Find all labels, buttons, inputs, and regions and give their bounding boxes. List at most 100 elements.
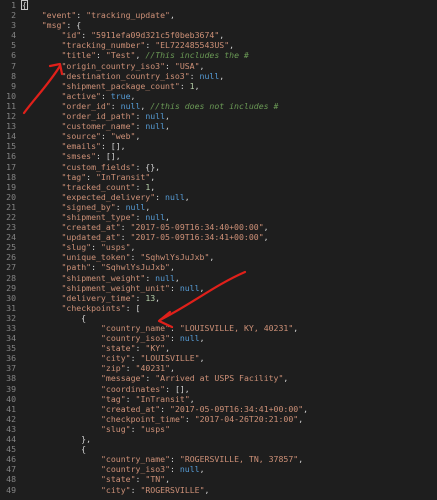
code-line[interactable]: 43 "slug": "usps" <box>6 423 437 434</box>
code-line[interactable]: 4 "id": "5911efa09d321c5f0beb3674", <box>11 30 437 40</box>
code-line[interactable]: 31 "checkpoints": [ <box>6 302 437 313</box>
line-text: "customer_name": null, <box>61 121 170 132</box>
code-line[interactable]: 49 "city": "ROGERSVILLE", <box>6 484 437 495</box>
line-number: 5 <box>11 40 16 51</box>
line-number: 32 <box>6 312 16 323</box>
code-line[interactable]: 8 "destination_country_iso3": null, <box>11 70 437 81</box>
code-line[interactable]: 35 "state": "KY", <box>6 343 437 354</box>
bracket-match-cursor: { <box>21 0 28 10</box>
line-number: 37 <box>6 363 16 374</box>
code-editor[interactable]: 1{2 "event": "tracking_update", 3 "msg": … <box>0 0 437 500</box>
code-line[interactable]: 46 "country_name": "ROGERSVILLE, TN, 378… <box>6 454 437 465</box>
line-number: 17 <box>6 161 16 172</box>
line-text: "slug": "usps" <box>101 423 171 434</box>
line-text: "tracked_count": 1, <box>61 181 156 192</box>
code-line[interactable]: 24 "updated_at": "2017-05-09T16:34:41+00… <box>6 232 437 242</box>
line-number: 3 <box>11 20 16 31</box>
line-number: 42 <box>6 413 16 424</box>
code-line[interactable]: 47 "country_iso3": null, <box>6 464 437 474</box>
code-line[interactable]: 34 "country_iso3": null, <box>6 333 437 344</box>
line-number: 11 <box>6 100 16 111</box>
line-text: "custom_fields": {}, <box>61 161 161 172</box>
code-line[interactable]: 2 "event": "tracking_update", <box>11 10 437 20</box>
code-line[interactable]: 1{ <box>11 0 437 10</box>
line-number: 33 <box>6 323 16 333</box>
line-number: 38 <box>6 373 16 384</box>
line-number: 34 <box>6 333 16 344</box>
line-text: "smses": [], <box>61 151 121 162</box>
line-number: 46 <box>6 454 16 465</box>
line-number: 30 <box>6 292 16 303</box>
code-line[interactable]: 36 "city": "LOUISVILLE", <box>6 353 437 363</box>
line-text: "zip": "40231", <box>101 363 175 374</box>
line-text: "delivery_time": 13, <box>61 292 161 303</box>
code-line[interactable]: 16 "smses": [], <box>6 151 437 162</box>
code-line[interactable]: 44 }, <box>6 434 437 445</box>
line-text: "tracking_number": "EL722485543US", <box>61 40 235 51</box>
code-line[interactable]: 14 "source": "web", <box>6 131 437 141</box>
code-line[interactable]: 19 "tracked_count": 1, <box>6 181 437 192</box>
code-line[interactable]: 26 "unique_token": "SqhwlYsJuJxb", <box>6 252 437 263</box>
code-area[interactable]: 1{2 "event": "tracking_update", 3 "msg": … <box>6 0 437 500</box>
code-line[interactable]: 39 "coordinates": [], <box>6 383 437 394</box>
code-line[interactable]: 30 "delivery_time": 13, <box>6 292 437 303</box>
line-text: { <box>22 444 87 455</box>
code-line[interactable]: 7 "origin_country_iso3": "USA", <box>11 60 437 71</box>
code-line[interactable]: 13 "customer_name": null, <box>6 121 437 132</box>
code-line[interactable]: 38 "message": "Arrived at USPS Facility"… <box>6 373 437 383</box>
code-line[interactable]: 42 "checkpoint_time": "2017-04-26T20:21:… <box>6 414 437 424</box>
code-line[interactable]: 22 "shipment_type": null, <box>6 212 437 222</box>
code-line[interactable]: 40 "tag": "InTransit", <box>6 393 437 404</box>
line-text: "state": "TN", <box>101 474 171 485</box>
line-text: "expected_delivery": null, <box>61 191 190 202</box>
code-line[interactable]: 28 "shipment_weight": null, <box>6 272 437 283</box>
code-line[interactable]: 9 "shipment_package_count": 1, <box>11 81 437 91</box>
line-number: 8 <box>11 70 16 81</box>
code-line[interactable]: 41 "created_at": "2017-05-09T16:34:41+00… <box>6 404 437 414</box>
line-text: "country_iso3": null, <box>101 333 205 344</box>
line-text: "tag": "InTransit", <box>101 393 195 404</box>
line-number: 14 <box>6 131 16 142</box>
code-line[interactable]: 48 "state": "TN", <box>6 474 437 485</box>
line-text: "destination_country_iso3": null, <box>61 70 225 81</box>
line-text: "signed_by": null, <box>61 201 151 212</box>
line-number: 20 <box>6 191 16 202</box>
line-number: 27 <box>6 262 16 273</box>
line-text: "checkpoints": [ <box>61 302 141 313</box>
line-number: 18 <box>6 171 16 182</box>
code-line[interactable]: 18 "tag": "InTransit", <box>6 171 437 182</box>
code-line[interactable]: 3 "msg": { <box>11 20 437 30</box>
code-line[interactable]: 29 "shipment_weight_unit": null, <box>6 283 437 293</box>
line-text: "origin_country_iso3": "USA", <box>61 60 205 71</box>
code-line[interactable]: 10 "active": true, <box>6 91 437 101</box>
code-line[interactable]: 17 "custom_fields": {}, <box>6 161 437 172</box>
line-number: 22 <box>6 211 16 222</box>
code-line[interactable]: 23 "created_at": "2017-05-09T16:34:40+00… <box>6 222 437 232</box>
line-text: "unique_token": "SqhwlYsJuJxb", <box>61 252 215 263</box>
code-line[interactable]: 21 "signed_by": null, <box>6 201 437 212</box>
line-number: 10 <box>6 90 16 101</box>
code-line[interactable]: 32 { <box>6 312 437 323</box>
code-line[interactable]: 45 { <box>6 444 437 455</box>
line-text: { <box>22 312 87 323</box>
code-line[interactable]: 6 "title": "Test", //This includes the # <box>11 50 437 60</box>
code-line[interactable]: 27 "path": "SqhwlYsJuJxb", <box>6 262 437 272</box>
code-line[interactable]: 12 "order_id_path": null, <box>6 111 437 121</box>
code-line[interactable]: 25 "slug": "usps", <box>6 242 437 252</box>
line-number: 9 <box>11 80 16 91</box>
line-text: }, <box>22 434 92 445</box>
code-line[interactable]: 11 "order_id": null, //this does not inc… <box>6 101 437 111</box>
line-text: "shipment_weight": null, <box>61 272 180 283</box>
line-number: 13 <box>6 121 16 132</box>
line-text: "state": "KY", <box>101 343 171 354</box>
line-text: "coordinates": [], <box>101 383 190 394</box>
code-line[interactable]: 15 "emails": [], <box>6 141 437 151</box>
code-line[interactable]: 33 "country_name": "LOUISVILLE, KY, 4023… <box>6 323 437 333</box>
line-text: "tag": "InTransit", <box>61 171 156 182</box>
line-text: "city": "ROGERSVILLE", <box>101 484 210 495</box>
line-text: "country_name": "ROGERSVILLE, TN, 37857"… <box>101 454 304 465</box>
line-number: 47 <box>6 464 16 475</box>
code-line[interactable]: 5 "tracking_number": "EL722485543US", <box>11 40 437 51</box>
code-line[interactable]: 20 "expected_delivery": null, <box>6 191 437 202</box>
code-line[interactable]: 37 "zip": "40231", <box>6 363 437 374</box>
